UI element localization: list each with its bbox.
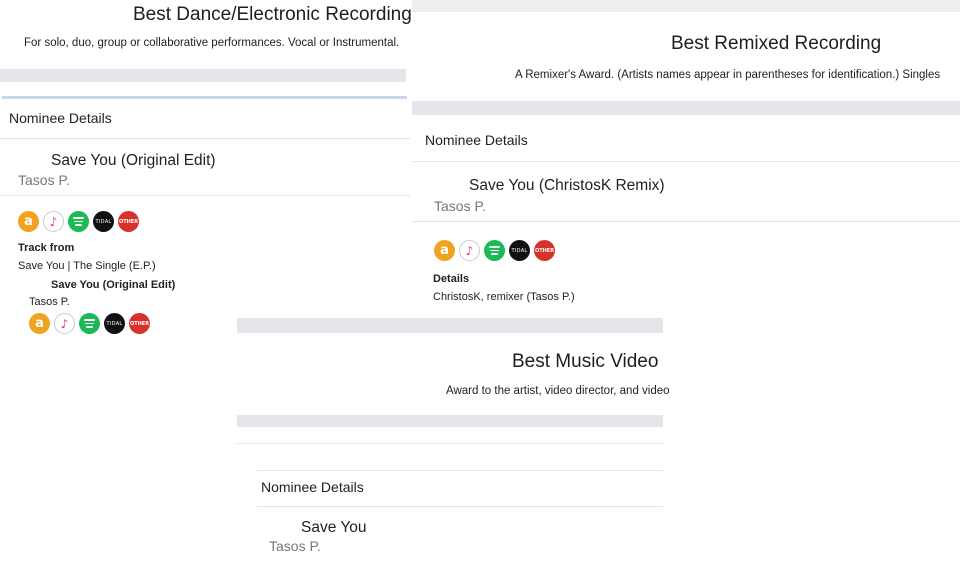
track-title[interactable]: Save You (Original Edit) — [51, 152, 216, 170]
spotify-icon[interactable] — [68, 211, 89, 232]
top-edge-separator — [412, 0, 960, 12]
category-description: For solo, duo, group or collaborative pe… — [24, 37, 400, 49]
other-icon[interactable]: OTHER — [129, 313, 150, 334]
tidal-icon[interactable]: TIDAL — [93, 211, 114, 232]
section-separator — [412, 101, 960, 115]
section-top-border — [2, 96, 407, 99]
track-from-label: Track from — [18, 242, 75, 254]
section-separator — [0, 69, 406, 82]
streaming-links: a ♪ TIDAL OTHER — [18, 211, 139, 232]
other-icon[interactable]: OTHER — [534, 240, 555, 261]
divider — [257, 506, 663, 507]
itunes-icon[interactable]: ♪ — [43, 211, 64, 232]
divider — [0, 138, 410, 139]
divider — [412, 161, 960, 162]
screenshot-2-panel: Best Remixed Recording A Remixer's Award… — [412, 0, 960, 318]
tidal-icon[interactable]: TIDAL — [509, 240, 530, 261]
amazon-icon[interactable]: a — [29, 313, 50, 334]
category-title: Best Remixed Recording — [671, 33, 882, 54]
divider — [0, 195, 410, 196]
other-icon[interactable]: OTHER — [118, 211, 139, 232]
artist-name[interactable]: Tasos P. — [18, 172, 70, 188]
category-description: Award to the artist, video director, and… — [446, 385, 670, 397]
artist-name[interactable]: Tasos P. — [434, 198, 486, 214]
nominee-details-label: Nominee Details — [261, 479, 364, 495]
divider — [237, 443, 663, 444]
details-text: ChristosK, remixer (Tasos P.) — [433, 291, 575, 303]
screenshot-1-panel: Best Dance/Electronic Recording For solo… — [0, 0, 412, 346]
category-title: Best Music Video — [512, 351, 659, 372]
itunes-icon[interactable]: ♪ — [54, 313, 75, 334]
divider — [257, 470, 663, 471]
section-separator — [237, 318, 663, 333]
tidal-icon[interactable]: TIDAL — [104, 313, 125, 334]
details-label: Details — [433, 273, 470, 285]
itunes-icon[interactable]: ♪ — [459, 240, 480, 261]
album-name[interactable]: Save You | The Single (E.P.) — [18, 260, 156, 272]
section-separator — [237, 415, 663, 427]
streaming-links: a ♪ TIDAL OTHER — [434, 240, 555, 261]
track-title[interactable]: Save You (ChristosK Remix) — [469, 177, 665, 195]
amazon-icon[interactable]: a — [434, 240, 455, 261]
screenshot-3-panel: Best Music Video Award to the artist, vi… — [237, 318, 670, 563]
sub-artist-name[interactable]: Tasos P. — [29, 296, 70, 308]
divider — [412, 221, 960, 222]
nominee-details-label: Nominee Details — [9, 110, 112, 126]
artist-name[interactable]: Tasos P. — [269, 538, 321, 554]
category-title: Best Dance/Electronic Recording — [133, 4, 412, 25]
nominee-details-label: Nominee Details — [425, 132, 528, 148]
track-title[interactable]: Save You — [301, 519, 367, 537]
spotify-icon[interactable] — [79, 313, 100, 334]
sub-streaming-links: a ♪ TIDAL OTHER — [29, 313, 150, 334]
amazon-icon[interactable]: a — [18, 211, 39, 232]
spotify-icon[interactable] — [484, 240, 505, 261]
category-description: A Remixer's Award. (Artists names appear… — [515, 69, 941, 81]
sub-track-title[interactable]: Save You (Original Edit) — [51, 279, 175, 291]
